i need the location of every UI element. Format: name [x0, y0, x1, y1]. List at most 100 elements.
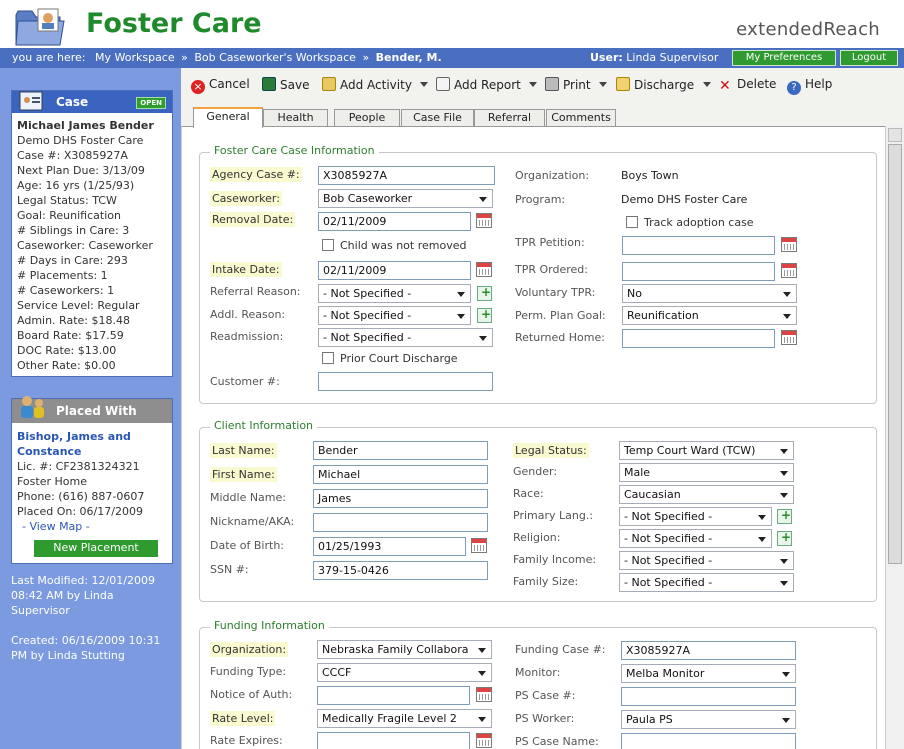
scroll-thumb[interactable]	[888, 144, 902, 564]
print-dropdown-icon[interactable]	[599, 82, 607, 87]
intake-date-input[interactable]: 02/11/2009	[318, 261, 471, 280]
print-button[interactable]: Print	[545, 77, 591, 92]
cancel-button[interactable]: × Cancel	[191, 77, 250, 94]
add-option-icon[interactable]	[477, 285, 492, 301]
app-header: Foster Care extendedReach	[0, 0, 904, 48]
add-report-button[interactable]: Add Report	[436, 77, 521, 92]
monitor-select[interactable]: Melba Monitor	[621, 664, 796, 683]
new-placement-button[interactable]: New Placement	[34, 540, 158, 557]
ssn-input[interactable]: 379-15-0426	[313, 561, 488, 580]
add-option-icon[interactable]	[777, 530, 792, 546]
add-option-icon[interactable]	[777, 508, 792, 524]
agency-case-input[interactable]: X3085927A	[318, 166, 495, 185]
logout-button[interactable]: Logout	[840, 50, 898, 66]
rate-expires-input[interactable]	[317, 732, 470, 749]
tab-referral[interactable]: Referral	[474, 109, 545, 127]
tab-people[interactable]: People	[334, 109, 400, 127]
middle-name-input[interactable]: James	[313, 489, 488, 508]
race-select[interactable]: Caucasian	[619, 485, 794, 504]
religion-select[interactable]: - Not Specified -	[619, 529, 772, 548]
child-not-removed-checkbox[interactable]	[322, 239, 334, 251]
last-name-input[interactable]: Bender	[313, 441, 488, 460]
delete-button[interactable]: ✕ Delete	[719, 77, 776, 94]
family-income-select[interactable]: - Not Specified -	[619, 551, 794, 570]
placement-line: Lic. #: CF2381324321	[17, 460, 140, 473]
add-report-dropdown-icon[interactable]	[529, 82, 537, 87]
caseworker-select[interactable]: Bob Caseworker	[318, 189, 493, 208]
vertical-scrollbar[interactable]	[885, 126, 904, 749]
save-button[interactable]: Save	[262, 77, 309, 92]
tpr-ordered-input[interactable]	[622, 262, 775, 281]
breadcrumb-my-workspace[interactable]: My Workspace	[95, 51, 175, 64]
funding-type-label: Funding Type:	[210, 665, 287, 678]
funding-organization-select[interactable]: Nebraska Family Collabora	[317, 640, 492, 659]
ps-case-input[interactable]	[621, 687, 796, 706]
referral-reason-label: Referral Reason:	[210, 285, 301, 298]
view-map-link[interactable]: - View Map -	[17, 519, 172, 534]
funding-case-input[interactable]: X3085927A	[621, 641, 796, 660]
breadcrumb-bar: you are here: My Workspace » Bob Casewor…	[0, 48, 904, 68]
family-size-select[interactable]: - Not Specified -	[619, 573, 794, 592]
rate-level-select[interactable]: Medically Fragile Level 2	[317, 709, 492, 728]
nickname-input[interactable]	[313, 513, 488, 532]
case-panel-title: Case	[56, 95, 89, 109]
removal-date-input[interactable]: 02/11/2009	[318, 212, 471, 231]
calendar-icon[interactable]	[476, 262, 492, 277]
perm-plan-goal-select[interactable]: Reunification	[622, 306, 797, 325]
scroll-up-icon[interactable]	[888, 128, 902, 142]
ps-worker-select[interactable]: Paula PS	[621, 710, 796, 729]
middle-name-label: Middle Name:	[210, 491, 286, 504]
ps-case-name-input[interactable]	[621, 733, 796, 749]
addl-reason-select[interactable]: - Not Specified -	[318, 306, 471, 325]
race-label: Race:	[513, 487, 544, 500]
discharge-dropdown-icon[interactable]	[703, 82, 711, 87]
primary-language-select[interactable]: - Not Specified -	[619, 507, 772, 526]
created-text: Created: 06/16/2009 10:31	[11, 634, 161, 647]
brand-logo: extendedReach	[736, 19, 880, 40]
referral-reason-select[interactable]: - Not Specified -	[318, 284, 471, 303]
calendar-icon[interactable]	[476, 687, 492, 702]
tpr-petition-input[interactable]	[622, 236, 775, 255]
tab-comments[interactable]: Comments	[546, 109, 616, 127]
prior-court-discharge-checkbox[interactable]	[322, 352, 334, 364]
readmission-select[interactable]: - Not Specified -	[318, 328, 493, 347]
gender-select[interactable]: Male	[619, 463, 794, 482]
tab-health[interactable]: Health	[263, 109, 328, 127]
calendar-icon[interactable]	[781, 237, 797, 252]
legal-status-select[interactable]: Temp Court Ward (TCW)	[619, 441, 794, 460]
add-option-icon[interactable]	[477, 307, 492, 323]
my-preferences-button[interactable]: My Preferences	[732, 50, 836, 66]
returned-home-input[interactable]	[622, 329, 775, 348]
removal-date-label: Removal Date:	[210, 212, 296, 227]
date-of-birth-input[interactable]: 01/25/1993	[313, 537, 466, 556]
add-activity-dropdown-icon[interactable]	[420, 82, 428, 87]
calendar-icon[interactable]	[471, 538, 487, 553]
form-content: Foster Care Case Information Agency Case…	[181, 126, 885, 749]
case-line: Age: 16 yrs (1/25/93)	[17, 179, 135, 192]
case-line: Board Rate: $17.59	[17, 329, 124, 342]
breadcrumb-caseworker-workspace[interactable]: Bob Caseworker's Workspace	[194, 51, 356, 64]
funding-type-select[interactable]: CCCF	[317, 663, 492, 682]
calendar-icon[interactable]	[781, 263, 797, 278]
funding-case-label: Funding Case #:	[515, 643, 606, 656]
discharge-button[interactable]: Discharge	[616, 77, 694, 92]
track-adoption-checkbox[interactable]	[626, 216, 638, 228]
organization-label: Organization:	[515, 169, 590, 182]
sidebar: Case OPEN Michael James Bender Demo DHS …	[0, 68, 181, 749]
monitor-label: Monitor:	[515, 666, 561, 679]
tab-general[interactable]: General	[193, 107, 263, 128]
help-button[interactable]: ? Help	[787, 77, 832, 95]
customer-number-input[interactable]	[318, 372, 493, 391]
placement-line: Phone: (616) 887-0607	[17, 490, 145, 503]
notice-of-auth-input[interactable]	[317, 686, 470, 705]
tab-case-file[interactable]: Case File	[401, 109, 474, 127]
case-line: Goal: Reunification	[17, 209, 121, 222]
voluntary-tpr-select[interactable]: No	[622, 284, 797, 303]
first-name-input[interactable]: Michael	[313, 465, 488, 484]
calendar-icon[interactable]	[476, 213, 492, 228]
add-activity-button[interactable]: Add Activity	[322, 77, 412, 92]
calendar-icon[interactable]	[476, 733, 492, 748]
calendar-icon[interactable]	[781, 330, 797, 345]
placement-name-link[interactable]: Constance	[17, 444, 172, 459]
placement-name-link[interactable]: Bishop, James and	[17, 429, 172, 444]
